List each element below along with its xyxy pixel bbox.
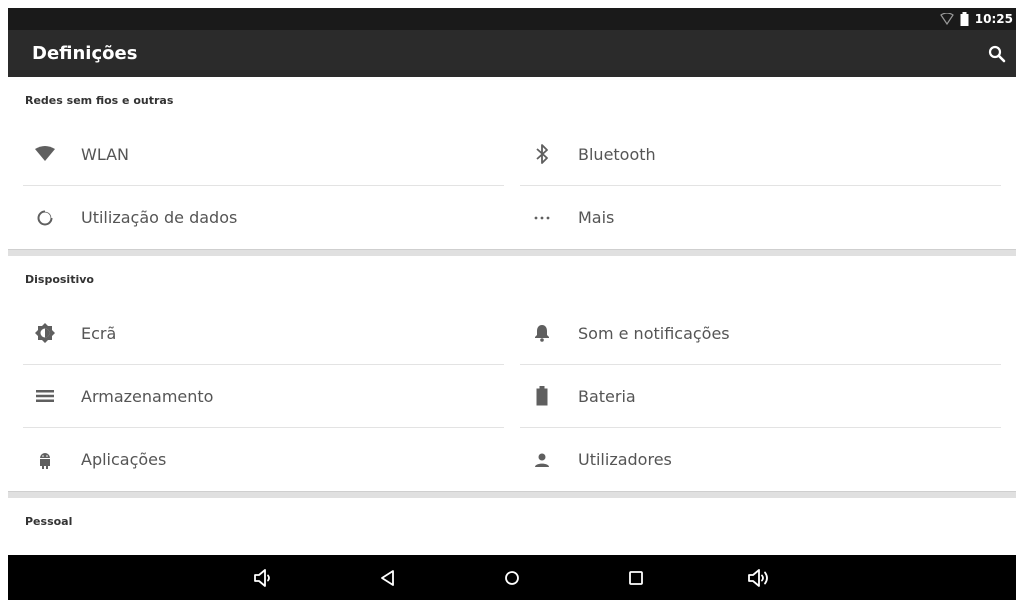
status-time: 10:25 xyxy=(974,12,1013,26)
settings-item-label: Utilização de dados xyxy=(81,208,238,227)
android-icon xyxy=(17,451,73,469)
settings-item-apps[interactable]: Aplicações xyxy=(23,428,504,491)
back-icon[interactable] xyxy=(373,563,403,593)
settings-item-label: Utilizadores xyxy=(578,450,672,469)
settings-item-more[interactable]: Mais xyxy=(520,186,1001,249)
section-header-personal: Pessoal xyxy=(25,514,73,528)
settings-item-label: Armazenamento xyxy=(81,386,214,406)
bell-icon xyxy=(514,324,570,342)
settings-item-bluetooth[interactable]: Bluetooth xyxy=(520,123,1001,186)
settings-list[interactable]: Redes sem fios e outras WLAN Bluetooth U… xyxy=(8,77,1016,555)
home-icon[interactable] xyxy=(497,563,527,593)
settings-item-label: Aplicações xyxy=(81,450,167,469)
battery-icon xyxy=(514,386,570,406)
navigation-bar xyxy=(8,555,1016,600)
more-icon xyxy=(514,216,570,220)
user-icon xyxy=(514,453,570,467)
settings-item-users[interactable]: Utilizadores xyxy=(520,428,1001,491)
settings-item-label: Bateria xyxy=(578,386,636,406)
search-icon[interactable] xyxy=(988,45,1006,63)
settings-item-battery[interactable]: Bateria xyxy=(520,365,1001,428)
storage-icon xyxy=(17,390,73,402)
page-title: Definições xyxy=(32,43,138,64)
data-usage-icon xyxy=(17,208,73,227)
section-wireless: Redes sem fios e outras WLAN Bluetooth U… xyxy=(8,77,1016,249)
settings-item-label: Ecrã xyxy=(81,323,117,343)
settings-item-label: Mais xyxy=(578,208,615,227)
volume-down-icon[interactable] xyxy=(249,563,279,593)
settings-item-storage[interactable]: Armazenamento xyxy=(23,365,504,428)
settings-item-sound[interactable]: Som e notificações xyxy=(520,302,1001,365)
settings-item-wlan[interactable]: WLAN xyxy=(23,123,504,186)
settings-item-label: Bluetooth xyxy=(578,144,656,164)
wifi-icon xyxy=(939,13,954,25)
section-divider xyxy=(8,249,1016,256)
volume-up-icon[interactable] xyxy=(745,563,775,593)
status-bar: 10:25 xyxy=(8,8,1016,30)
battery-icon xyxy=(960,12,969,26)
section-header-wireless: Redes sem fios e outras xyxy=(25,93,174,107)
brightness-icon xyxy=(17,323,73,343)
settings-item-label: Som e notificações xyxy=(578,323,730,343)
bluetooth-icon xyxy=(514,144,570,164)
settings-item-display[interactable]: Ecrã xyxy=(23,302,504,365)
wifi-icon xyxy=(17,146,73,162)
section-divider xyxy=(8,491,1016,498)
section-header-device: Dispositivo xyxy=(25,272,94,286)
settings-item-label: WLAN xyxy=(81,144,130,164)
app-bar: Definições xyxy=(8,30,1016,77)
section-device: Dispositivo Ecrã Som e notificações Arma… xyxy=(8,256,1016,491)
settings-item-data-usage[interactable]: Utilização de dados xyxy=(23,186,504,249)
recents-icon[interactable] xyxy=(621,563,651,593)
section-personal: Pessoal xyxy=(8,498,1016,544)
